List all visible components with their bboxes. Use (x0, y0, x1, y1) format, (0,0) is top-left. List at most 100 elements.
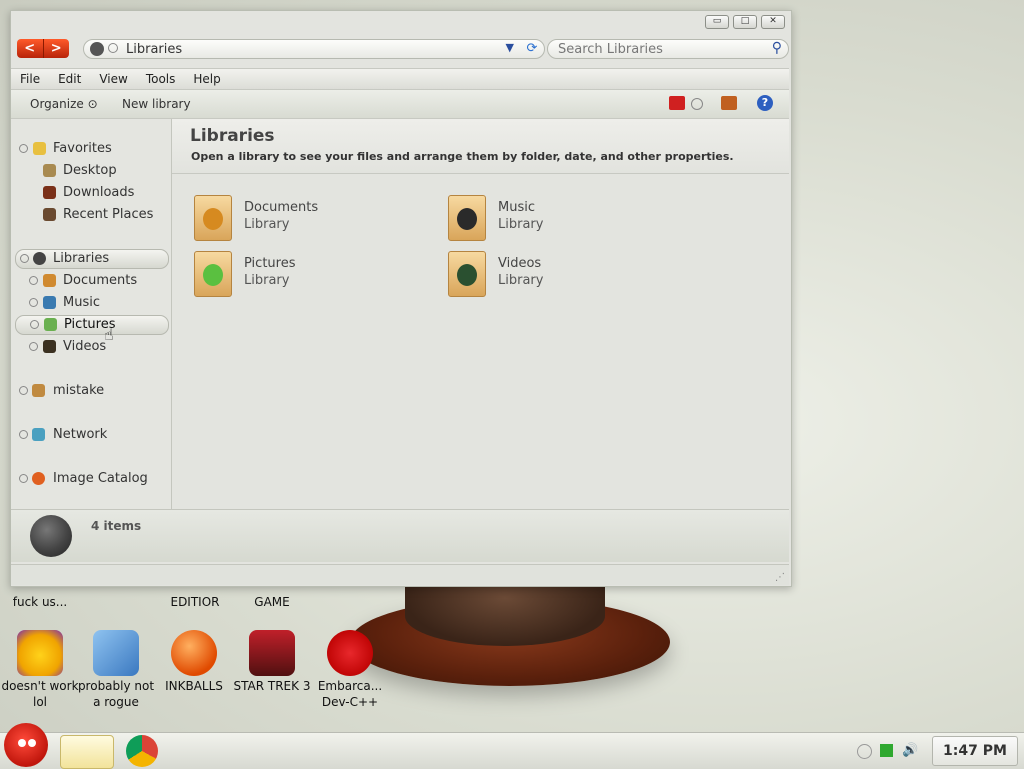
nav-label: mistake (53, 383, 105, 398)
desktop-icon-yahoo[interactable]: doesn't work lol (0, 630, 80, 710)
organize-label: Organize (30, 97, 84, 111)
nav-image-catalog[interactable]: Image Catalog (15, 470, 167, 488)
library-pictures[interactable]: Pictures Library (194, 249, 414, 297)
nav-documents[interactable]: Documents (15, 272, 167, 290)
maximize-button[interactable]: □ (733, 15, 757, 29)
search-input[interactable]: Search Libraries ⚲ (547, 39, 789, 59)
desktop-icon-label-partial[interactable]: EDITIOR (155, 594, 235, 610)
navigation-pane: Favorites Desktop Downloads Recent Place… (11, 119, 172, 509)
nav-recent-places[interactable]: Recent Places (15, 206, 167, 224)
nav-pictures[interactable]: Pictures (15, 315, 169, 335)
network-tray-icon[interactable] (880, 744, 893, 757)
details-pane: 4 items (11, 509, 789, 562)
view-dropdown-icon[interactable] (691, 98, 703, 110)
page-subtitle: Open a library to see your files and arr… (191, 150, 734, 163)
library-type: Library (244, 217, 290, 232)
desktop-icon-label: INKBALLS (165, 679, 223, 693)
videos-icon (43, 340, 56, 353)
libraries-icon (33, 252, 46, 265)
documents-icon (43, 274, 56, 287)
item-count: 4 items (91, 519, 142, 533)
new-library-button[interactable]: New library (122, 97, 191, 111)
menu-view[interactable]: View (90, 69, 136, 89)
music-library-icon (448, 195, 486, 241)
library-videos[interactable]: Videos Library (448, 249, 668, 297)
nav-music[interactable]: Music (15, 294, 167, 312)
nav-label: Documents (63, 273, 138, 288)
organize-button[interactable]: Organize ⊙ (30, 97, 98, 111)
collapse-icon[interactable] (20, 254, 29, 263)
gear-program-icon (93, 630, 139, 676)
expand-icon[interactable] (29, 298, 38, 307)
videos-library-icon (448, 251, 486, 297)
nav-label: Recent Places (63, 207, 154, 222)
show-hidden-icons-icon[interactable] (857, 744, 872, 759)
library-type: Library (244, 273, 290, 288)
dev-cpp-icon (327, 630, 373, 676)
inkball-icon (171, 630, 217, 676)
nav-label: Music (63, 295, 100, 310)
desktop-icon-rogue[interactable]: probably not a rogue (76, 630, 156, 710)
expand-icon[interactable] (19, 474, 28, 483)
expand-icon[interactable] (19, 430, 28, 439)
desktop-icon (43, 164, 56, 177)
library-music[interactable]: Music Library (448, 193, 668, 241)
menu-file[interactable]: File (11, 69, 49, 89)
pictures-library-icon (194, 251, 232, 297)
pictures-icon (44, 318, 57, 331)
nav-videos[interactable]: Videos (15, 338, 167, 356)
chrome-icon[interactable] (126, 735, 158, 767)
nav-favorites[interactable]: Favorites (15, 140, 167, 158)
resize-grip-icon[interactable]: ⋰ (775, 572, 785, 583)
minimize-button[interactable]: ▭ (705, 15, 729, 29)
nav-libraries[interactable]: Libraries (15, 249, 169, 269)
view-options-icon[interactable] (669, 96, 685, 110)
nav-mistake[interactable]: mistake (15, 382, 167, 400)
expand-icon[interactable] (30, 320, 39, 329)
desktop-icon-label: Embarca... Dev-C++ (317, 679, 383, 709)
close-button[interactable]: ✕ (761, 15, 785, 29)
explorer-taskbar-button[interactable] (60, 735, 114, 769)
expand-icon[interactable] (29, 342, 38, 351)
expand-icon[interactable] (19, 386, 28, 395)
desktop-icon-devcpp[interactable]: Embarca... Dev-C++ (310, 630, 390, 710)
desktop-icon-label: STAR TREK 3 (233, 679, 311, 693)
desktop-icon-label-partial[interactable]: fuck us... (0, 594, 80, 610)
volume-icon[interactable]: 🔊 (902, 744, 918, 757)
desktop-icon-inkballs[interactable]: INKBALLS (154, 630, 234, 694)
desktop-icon-label-partial[interactable]: GAME (232, 594, 312, 610)
content-pane: Libraries Open a library to see your fil… (172, 119, 789, 509)
desktop-icon-startrek[interactable]: STAR TREK 3 (232, 630, 312, 694)
chevron-down-icon[interactable]: ▼ (506, 41, 514, 54)
libraries-large-icon (30, 515, 72, 557)
dropdown-icon: ⊙ (87, 97, 98, 111)
nav-network[interactable]: Network (15, 426, 167, 444)
library-documents[interactable]: Documents Library (194, 193, 414, 241)
nav-downloads[interactable]: Downloads (15, 184, 167, 202)
refresh-icon[interactable]: ⟳ (524, 41, 540, 57)
back-button[interactable]: < (17, 39, 44, 58)
downloads-icon (43, 186, 56, 199)
breadcrumb-arrow-icon[interactable] (108, 43, 118, 53)
expand-icon[interactable] (19, 144, 28, 153)
menu-help[interactable]: Help (184, 69, 229, 89)
menu-edit[interactable]: Edit (49, 69, 90, 89)
library-name: Pictures (244, 256, 296, 271)
address-bar[interactable]: Libraries ▼ ⟳ (83, 39, 545, 59)
nav-desktop[interactable]: Desktop (15, 162, 167, 180)
clock[interactable]: 1:47 PM (932, 736, 1018, 766)
start-button[interactable] (4, 723, 48, 767)
nav-buttons: < > (17, 39, 69, 58)
expand-icon[interactable] (29, 276, 38, 285)
page-title: Libraries (190, 126, 275, 146)
menu-tools[interactable]: Tools (137, 69, 185, 89)
window-controls: ▭ □ ✕ (705, 15, 785, 29)
forward-button[interactable]: > (44, 39, 70, 58)
help-icon[interactable]: ? (757, 95, 773, 111)
star-trek-icon (249, 630, 295, 676)
nav-label: Desktop (63, 163, 117, 178)
address-path[interactable]: Libraries (126, 42, 182, 57)
preview-pane-icon[interactable] (721, 96, 737, 110)
search-icon[interactable]: ⚲ (772, 40, 782, 56)
nav-label: Favorites (53, 141, 112, 156)
